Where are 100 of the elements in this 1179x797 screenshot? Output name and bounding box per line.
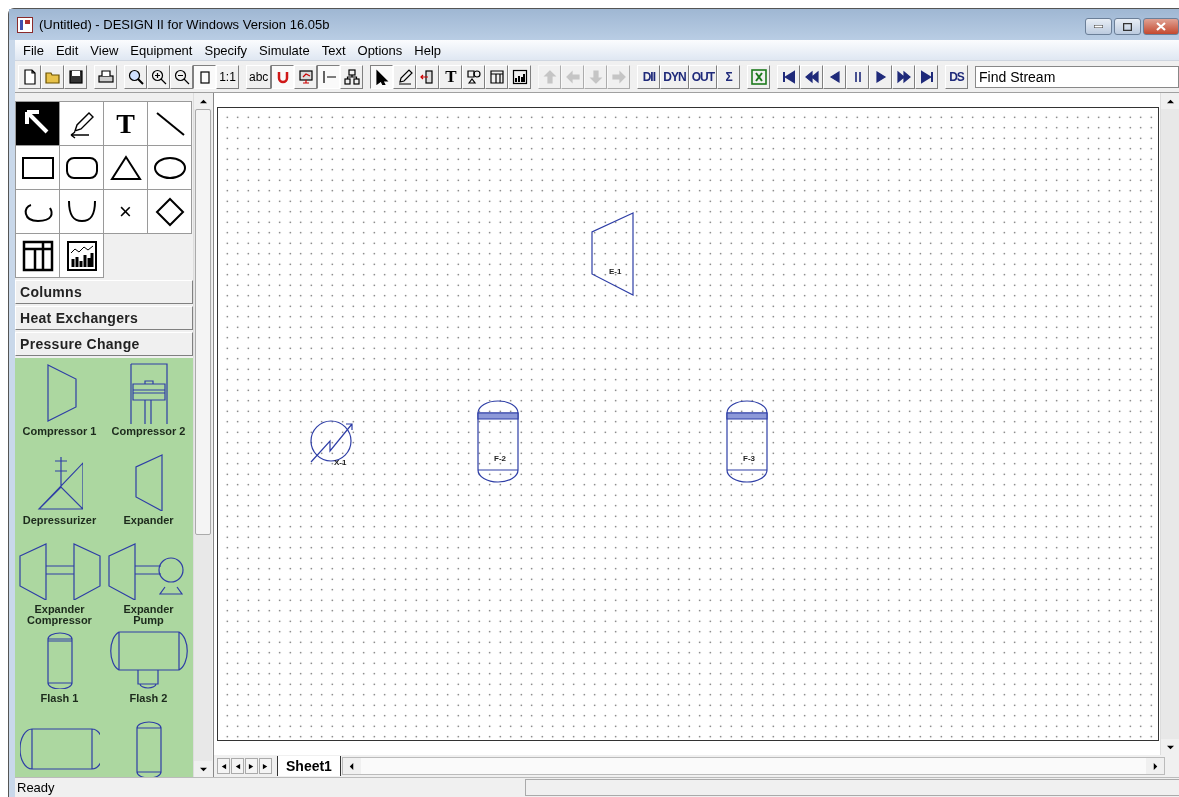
monitor-icon xyxy=(297,68,314,85)
palette-tool[interactable] xyxy=(15,233,60,278)
menu-item[interactable]: Equipment xyxy=(124,42,199,58)
arrow-icon xyxy=(220,762,227,770)
zoom-in-button[interactable] xyxy=(147,64,170,89)
scroll-up-button[interactable] xyxy=(1161,93,1179,109)
palette-tool[interactable] xyxy=(147,101,192,146)
zoom-out-button[interactable] xyxy=(170,64,193,89)
first-button[interactable] xyxy=(777,64,801,89)
arrow-down-icon xyxy=(587,68,604,85)
open-button[interactable] xyxy=(41,64,64,89)
save-button[interactable] xyxy=(64,64,87,89)
scroll-left-button[interactable] xyxy=(342,758,361,774)
equipment-label: Flash 2 xyxy=(128,693,169,704)
equipment-label: Compressor 2 xyxy=(110,426,187,437)
arrow-left-icon xyxy=(564,68,581,85)
zoom-fit-button[interactable] xyxy=(124,64,147,89)
palette-tool[interactable] xyxy=(59,233,104,278)
palette-tool[interactable] xyxy=(15,145,60,190)
pointer-icon xyxy=(373,68,390,85)
table-button[interactable] xyxy=(485,64,509,89)
excel-button[interactable] xyxy=(747,64,771,89)
equipment-label: Flash 1 xyxy=(39,693,80,704)
page-button[interactable] xyxy=(193,64,216,89)
flowsheet-canvas[interactable]: E-1 X-1 F-2 F-3 xyxy=(217,107,1159,741)
palette-tool[interactable] xyxy=(59,189,104,234)
scroll-down-button[interactable] xyxy=(1161,739,1179,755)
chart-icon xyxy=(64,238,99,273)
spreadsheet-icon xyxy=(750,68,767,85)
maximize-button[interactable] xyxy=(1114,18,1141,35)
equipment-tag: X-1 xyxy=(334,458,347,467)
rewind-button[interactable] xyxy=(800,64,824,89)
scroll-right-button[interactable] xyxy=(1146,758,1164,774)
arrow-right-icon xyxy=(610,68,627,85)
print-button[interactable] xyxy=(94,64,117,89)
palette-tool[interactable] xyxy=(59,101,104,146)
chart-button[interactable] xyxy=(508,64,532,89)
palette-tool[interactable]: T xyxy=(103,101,148,146)
palette-tool[interactable] xyxy=(103,145,148,190)
pause-button[interactable] xyxy=(846,64,870,89)
palette-tool[interactable] xyxy=(15,101,60,146)
menu-item[interactable]: Specify xyxy=(198,42,254,58)
new-file-button[interactable] xyxy=(18,64,41,89)
palette-tool[interactable] xyxy=(147,145,192,190)
category-button[interactable]: Columns xyxy=(15,280,193,304)
back-button[interactable] xyxy=(823,64,847,89)
toolbar-button[interactable]: T xyxy=(439,64,463,89)
menu-item[interactable]: File xyxy=(17,42,50,58)
arrow-icon xyxy=(199,97,207,105)
menu-item[interactable]: Options xyxy=(351,42,409,58)
first-sheet-button[interactable] xyxy=(217,758,230,774)
magnifier-icon xyxy=(127,68,144,85)
toolbar-button[interactable]: abc xyxy=(246,64,272,89)
palette-tool[interactable] xyxy=(15,189,60,234)
scroll-up-button[interactable] xyxy=(194,93,212,109)
toolbar-button[interactable]: DII xyxy=(637,64,661,89)
fast-forward-icon xyxy=(895,68,912,85)
close-button[interactable] xyxy=(1143,18,1179,35)
previous-sheet-button[interactable] xyxy=(231,758,244,774)
palette-tool[interactable] xyxy=(59,145,104,190)
toolbar-button[interactable]: 1:1 xyxy=(216,64,239,89)
layout-button[interactable] xyxy=(340,64,364,89)
toolbar-button[interactable]: DYN xyxy=(660,64,689,89)
category-button[interactable]: Pressure Change xyxy=(15,332,193,356)
next-sheet-button[interactable] xyxy=(245,758,258,774)
equipment-tag: F-3 xyxy=(743,454,755,463)
monitor-button[interactable] xyxy=(294,64,318,89)
toolbar-button[interactable]: DS xyxy=(945,64,969,89)
forward-button[interactable] xyxy=(892,64,916,89)
palette-tool[interactable] xyxy=(147,189,192,234)
last-button[interactable] xyxy=(915,64,939,89)
menu-item[interactable]: Simulate xyxy=(253,42,316,58)
find-stream-field[interactable]: Find Stream xyxy=(975,65,1179,88)
grid-button[interactable] xyxy=(317,64,341,89)
stream-button[interactable] xyxy=(416,64,440,89)
line-tick-icon xyxy=(320,68,337,85)
menu-item[interactable]: View xyxy=(84,42,125,58)
category-button[interactable]: Heat Exchangers xyxy=(15,306,193,330)
zoom-in-icon xyxy=(150,68,167,85)
sheet-tab[interactable]: Sheet1 xyxy=(277,756,341,776)
equipment-label: Compressor 1 xyxy=(21,426,98,437)
arrow-icon xyxy=(262,762,269,770)
snap-button[interactable] xyxy=(271,64,295,89)
menu-item[interactable]: Edit xyxy=(49,42,85,58)
table-icon xyxy=(488,68,505,85)
toolbar-button[interactable]: Σ xyxy=(717,64,741,89)
last-sheet-button[interactable] xyxy=(259,758,272,774)
expander-drawing xyxy=(133,453,164,511)
scroll-thumb[interactable] xyxy=(195,109,211,535)
menu-item[interactable]: Text xyxy=(315,42,352,58)
horizontal-scrollbar[interactable] xyxy=(341,757,1165,775)
toolbar-button[interactable]: OUT xyxy=(688,64,718,89)
play-button[interactable] xyxy=(869,64,893,89)
palette-tool[interactable]: × xyxy=(103,189,148,234)
scroll-down-button[interactable] xyxy=(194,761,212,777)
shapes-button[interactable] xyxy=(462,64,486,89)
menu-item[interactable]: Help xyxy=(408,42,448,58)
arrow-icon xyxy=(348,762,356,770)
select-button[interactable] xyxy=(370,64,394,89)
draw-button[interactable] xyxy=(393,64,417,89)
